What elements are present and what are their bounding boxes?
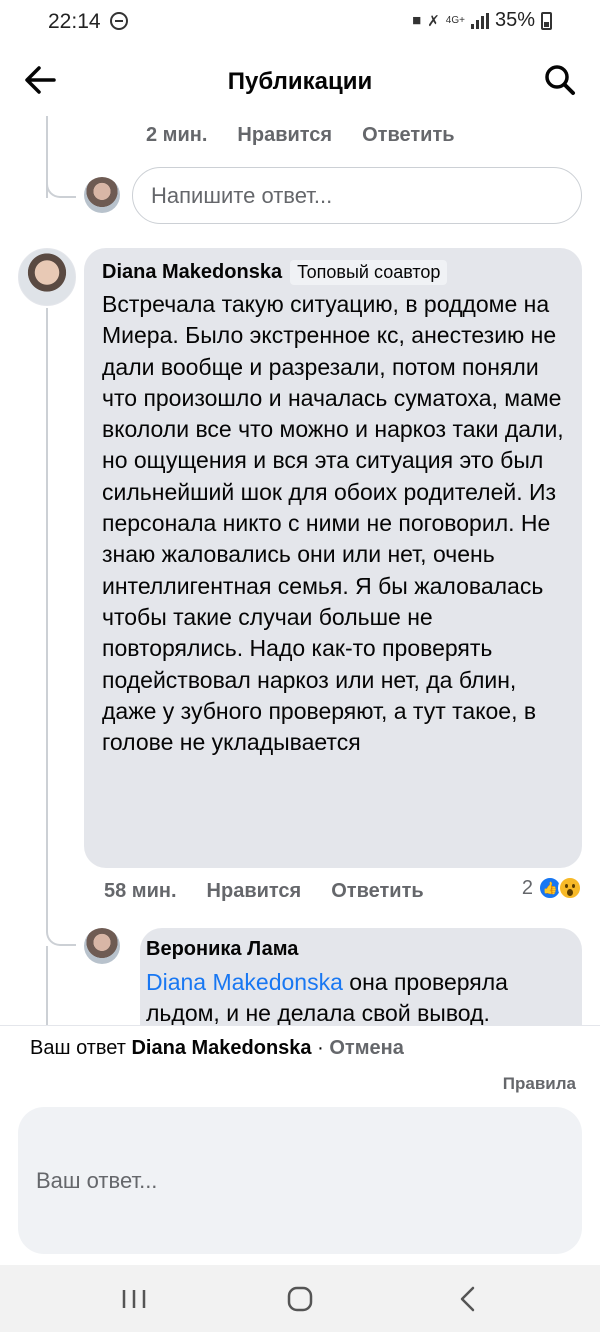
search-button[interactable] — [542, 62, 578, 98]
reply-author[interactable]: Вероника Лама — [146, 938, 576, 961]
prev-comment-time: 2 мин. — [146, 124, 208, 146]
wow-icon — [558, 876, 582, 900]
rules-link[interactable]: Правила — [503, 1074, 576, 1094]
comment-header: Diana Makedonska Топовый соавтор — [102, 260, 564, 285]
battery-icon — [541, 11, 552, 30]
comment-actions: 58 мин. Нравится Ответить — [104, 880, 424, 903]
reply-input[interactable]: Ваш ответ... — [18, 1107, 582, 1254]
thread-line — [46, 946, 48, 1026]
comment-bubble[interactable]: Diana Makedonska Топовый соавтор Встреча… — [84, 248, 582, 868]
reply-input[interactable]: Напишите ответ... — [132, 167, 582, 224]
reactions-summary[interactable]: 2 👍 — [522, 876, 582, 900]
top-bar: Публикации — [0, 44, 600, 116]
home-button[interactable] — [280, 1283, 320, 1315]
lock-icon: ■ — [412, 12, 422, 29]
page-title: Публикации — [227, 68, 373, 95]
back-nav-button[interactable] — [448, 1283, 488, 1315]
mention-link[interactable]: Diana Makedonska — [146, 969, 343, 995]
system-nav-bar — [0, 1265, 600, 1332]
avatar — [84, 928, 120, 964]
reply-button[interactable]: Ответить — [331, 880, 423, 903]
replying-to-name: Diana Makedonska — [131, 1037, 312, 1059]
avatar[interactable] — [18, 248, 76, 306]
search-icon — [545, 65, 575, 95]
recent-apps-button[interactable] — [114, 1283, 154, 1315]
replying-to-row: Ваш ответ Diana Makedonska · Отмена — [30, 1037, 404, 1060]
thread-connector — [46, 180, 76, 198]
recent-apps-icon — [122, 1290, 146, 1308]
status-time: 22:14 — [48, 10, 101, 33]
signal-icon — [470, 12, 489, 29]
reply-text: Diana Makedonska она проверяла льдом, и … — [146, 967, 576, 1030]
reaction-count: 2 — [521, 876, 533, 899]
cancel-button[interactable]: Отмена — [329, 1037, 403, 1059]
battery-level: 35% — [494, 9, 535, 31]
reply-button[interactable]: Ответить — [362, 124, 454, 147]
mute-icon: ✗ — [427, 12, 440, 30]
thread-connector — [46, 920, 76, 946]
comment-text: Встречала такую ситуацию, в роддоме на М… — [102, 291, 564, 756]
like-button[interactable]: Нравится — [237, 124, 332, 147]
status-indicators: ■ ✗ 4G+ 35% — [412, 9, 552, 32]
home-icon — [287, 1286, 313, 1312]
separator: · — [311, 1037, 330, 1059]
do-not-disturb-icon — [110, 12, 128, 30]
replying-prefix: Ваш ответ — [30, 1037, 132, 1059]
comment-author[interactable]: Diana Makedonska — [102, 261, 282, 284]
like-button[interactable]: Нравится — [207, 880, 302, 903]
network-type: 4G+ — [445, 14, 465, 26]
prev-comment-actions: 2 мин. Нравится Ответить — [146, 124, 455, 147]
comment-time: 58 мин. — [104, 880, 177, 902]
top-contributor-badge: Топовый соавтор — [290, 260, 448, 285]
status-bar: 22:14 ■ ✗ 4G+ 35% — [0, 0, 600, 44]
avatar — [84, 177, 120, 213]
chevron-left-icon — [460, 1286, 475, 1312]
thread-line — [46, 308, 48, 932]
reply-composer: Ваш ответ Diana Makedonska · Отмена Прав… — [0, 1025, 600, 1265]
